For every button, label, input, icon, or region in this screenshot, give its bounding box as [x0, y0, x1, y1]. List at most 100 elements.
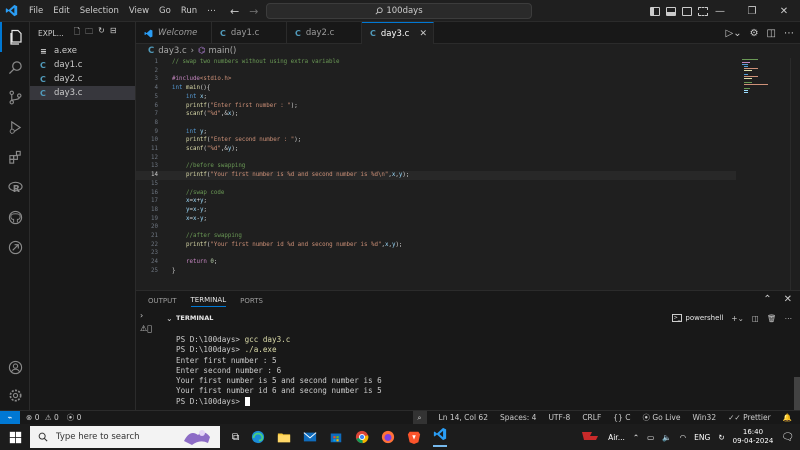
tab-day3[interactable]: C day3.c ✕	[362, 22, 434, 44]
menu-go[interactable]: Go	[154, 0, 176, 22]
settings-gear-icon[interactable]: ⚙	[750, 28, 759, 39]
firefox-icon[interactable]	[381, 430, 395, 444]
source-control-icon[interactable]	[0, 82, 30, 112]
back-arrow-icon[interactable]: ←	[230, 5, 239, 18]
forward-arrow-icon[interactable]: →	[249, 5, 258, 18]
code-line[interactable]: 9 int y;	[136, 128, 736, 137]
edge-browser-icon[interactable]	[251, 430, 265, 444]
code-line[interactable]: 24 return 0;	[136, 258, 736, 267]
code-line[interactable]: 2	[136, 67, 736, 76]
panel-tab-terminal[interactable]: TERMINAL	[190, 296, 227, 307]
extensions-icon[interactable]	[0, 142, 30, 172]
tab-welcome[interactable]: Welcome	[136, 22, 212, 44]
mail-icon[interactable]	[303, 430, 317, 444]
new-terminal-icon[interactable]: +⌄	[731, 314, 744, 323]
language-mode[interactable]: {} C	[613, 413, 630, 422]
command-center-search[interactable]: 100days	[266, 3, 532, 19]
editor-scrollbar[interactable]	[790, 58, 800, 290]
menu-run[interactable]: Run	[176, 0, 202, 22]
code-line[interactable]: 23	[136, 249, 736, 258]
store-icon[interactable]	[329, 430, 343, 444]
account-icon[interactable]	[0, 352, 30, 382]
language-indicator[interactable]: ENG	[694, 433, 710, 442]
sync-icon[interactable]: ↻	[718, 433, 724, 442]
remote-indicator-icon[interactable]: ⌁	[0, 410, 20, 425]
volume-icon[interactable]: 🔈	[662, 433, 671, 442]
task-view-icon[interactable]: ⧉	[232, 432, 239, 443]
code-line[interactable]: 1 // swap two numbers without using extra…	[136, 58, 736, 67]
file-item[interactable]: Cday2.c	[30, 72, 135, 86]
breadcrumb-symbol[interactable]: main()	[209, 46, 237, 56]
code-line[interactable]: 3 #include<stdio.h>	[136, 75, 736, 84]
code-line[interactable]: 16 //swap code	[136, 189, 736, 198]
code-line[interactable]: 18 y=x-y;	[136, 206, 736, 215]
code-line[interactable]: 7 scanf("%d",&x);	[136, 110, 736, 119]
code-line[interactable]: 4 int main(){	[136, 84, 736, 93]
windows-start-icon[interactable]	[0, 424, 30, 450]
taskbar-search[interactable]: Type here to search	[30, 426, 220, 448]
menu-file[interactable]: File	[24, 0, 48, 22]
indentation[interactable]: Spaces: 4	[500, 413, 536, 422]
terminal-output[interactable]: PS D:\100days> gcc day3.c PS D:\100days> …	[176, 335, 382, 407]
github-icon[interactable]	[0, 202, 30, 232]
new-file-icon[interactable]: 🗋	[74, 26, 80, 40]
prettier-status[interactable]: ✓✓ Prettier	[728, 413, 771, 422]
breadcrumb-file[interactable]: day3.c	[158, 46, 186, 56]
file-item[interactable]: Cday3.c	[30, 86, 135, 100]
settings-gear-icon[interactable]	[0, 380, 30, 410]
terminal-instance[interactable]: >_ powershell	[671, 314, 723, 322]
weather-label[interactable]: Air...	[608, 433, 625, 442]
split-editor-icon[interactable]: ◫	[767, 28, 776, 39]
run-debug-icon[interactable]	[0, 112, 30, 142]
code-line[interactable]: 25}	[136, 267, 736, 276]
platform[interactable]: Win32	[692, 413, 716, 422]
split-terminal-icon[interactable]: ◫	[752, 314, 759, 323]
new-folder-icon[interactable]: 🗀	[85, 26, 93, 40]
code-editor[interactable]: 1 // swap two numbers without using extra…	[136, 58, 800, 290]
code-line[interactable]: 20	[136, 223, 736, 232]
encoding[interactable]: UTF-8	[548, 413, 570, 422]
wifi-icon[interactable]: ◠	[680, 433, 687, 442]
menu-view[interactable]: View	[124, 0, 154, 22]
explorer-icon[interactable]	[0, 22, 30, 52]
search-icon[interactable]	[0, 52, 30, 82]
menu-selection[interactable]: Selection	[75, 0, 124, 22]
notification-center-icon[interactable]: 🗨	[781, 432, 794, 443]
code-line[interactable]: 19 x=x-y;	[136, 215, 736, 224]
ports-indicator[interactable]: ⦿ 0	[67, 412, 82, 423]
r-extension-icon[interactable]: R	[0, 172, 30, 202]
code-line[interactable]: 13 //before swapping	[136, 162, 736, 171]
collapse-all-icon[interactable]: ⊟	[110, 26, 117, 40]
weather-air-icon[interactable]	[580, 430, 600, 444]
notifications-bell-icon[interactable]: 🔔	[783, 413, 792, 422]
more-actions-icon[interactable]: ⋯	[784, 28, 794, 39]
zoom-icon[interactable]: ⌕	[412, 410, 427, 425]
code-line[interactable]: 22 printf("Your first number id %d and s…	[136, 241, 736, 250]
problems-indicator[interactable]: ⊗ 0 ⚠ 0	[26, 413, 59, 422]
close-panel-icon[interactable]: ✕	[784, 294, 792, 305]
more-actions-icon[interactable]: ⋯	[785, 314, 793, 323]
file-item[interactable]: Cday1.c	[30, 58, 135, 72]
go-live-button[interactable]: ⦿ Go Live	[642, 412, 680, 423]
code-line[interactable]: 6 printf("Enter first number : ");	[136, 102, 736, 111]
file-explorer-icon[interactable]	[277, 430, 291, 444]
chevron-up-icon[interactable]: ⌃	[633, 433, 639, 442]
toggle-panel-icon[interactable]	[666, 6, 676, 16]
code-line[interactable]: 8	[136, 119, 736, 128]
code-line[interactable]: 17 x=x+y;	[136, 197, 736, 206]
toggle-sidebar-icon[interactable]	[650, 6, 660, 16]
code-line[interactable]: 21 //after swapping	[136, 232, 736, 241]
cursor-position[interactable]: Ln 14, Col 62	[439, 413, 488, 422]
toggle-secondary-sidebar-icon[interactable]	[682, 6, 692, 16]
restore-icon[interactable]: ❐	[736, 6, 768, 17]
code-line[interactable]: 15	[136, 180, 736, 189]
file-item[interactable]: ≡ a.exe	[30, 44, 135, 58]
panel-tab-output[interactable]: OUTPUT	[148, 297, 177, 305]
line-ending[interactable]: CRLF	[582, 413, 601, 422]
code-line[interactable]: 5 int x;	[136, 93, 736, 102]
chevron-down-icon[interactable]: ⌄	[166, 314, 173, 323]
run-code-icon[interactable]: ▷⌄	[726, 28, 742, 39]
maximize-panel-icon[interactable]: ⌃	[763, 294, 771, 305]
tab-close-icon[interactable]: ✕	[419, 29, 427, 39]
minimap[interactable]	[740, 58, 780, 98]
